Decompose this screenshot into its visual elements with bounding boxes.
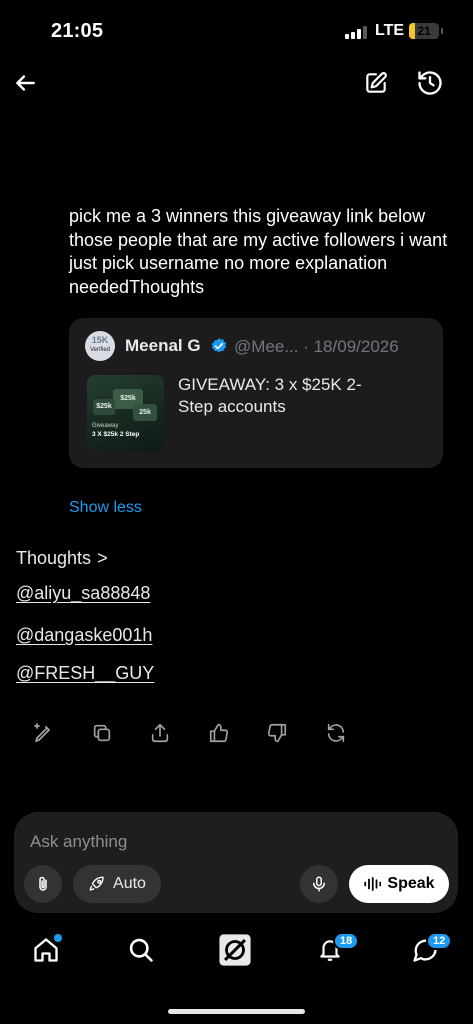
history-button[interactable] [415,68,445,98]
network-type: LTE [375,22,405,39]
arrow-left-icon [16,75,35,91]
auto-label: Auto [113,875,146,892]
thoughts-toggle[interactable]: Thoughts > [16,548,108,569]
messages-badge: 12 [426,932,453,950]
ask-input[interactable]: Ask anything [30,832,127,852]
thumb-caption-title: 3 X $25k 2 Step [92,431,140,438]
edit-sparkle-button[interactable] [31,720,57,746]
winner-username-3[interactable]: @FRESH__GUY [16,663,154,684]
home-unread-dot [54,934,62,942]
copy-button[interactable] [89,720,115,746]
edit-sparkle-icon [34,723,50,742]
thumb-caption: Giveaway [92,423,119,429]
thumbs-up-button[interactable] [206,720,232,746]
nav-grok[interactable] [218,933,252,967]
thumbs-down-button[interactable] [264,720,290,746]
speak-label: Speak [387,875,435,892]
paperclip-icon [39,876,47,891]
compose-button[interactable] [361,68,391,98]
winner-username-1[interactable]: @aliyu_sa88848 [16,583,150,604]
show-less-link[interactable]: Show less [69,499,142,517]
attach-button[interactable] [24,865,62,903]
avatar-badge: 15K [91,335,109,345]
thumb-tile-b: $25k [93,399,115,415]
share-button[interactable] [147,720,173,746]
auto-mode-button[interactable]: Auto [73,865,161,903]
rocket-icon [89,876,104,891]
waveform-icon [364,877,382,891]
chat-composer: Ask anything Auto Speak [14,812,458,913]
thumb-tile-c: 25k [133,404,157,421]
status-bar: 21:05 LTE 21 [0,0,473,58]
bottom-nav: 18 12 [0,925,473,985]
avatar[interactable]: 15K Verified [85,331,115,361]
copy-icon [93,724,111,742]
verified-badge-icon [211,338,227,353]
quote-text: GIVEAWAY: 3 x $25K 2-Step accounts [178,375,362,416]
quote-media-thumbnail[interactable]: $25k $25k 25k Giveaway 3 X $25k 2 Step [87,375,164,452]
user-message: pick me a 3 winners this giveaway link b… [69,206,448,297]
edit-icon [366,72,387,93]
avatar-sub: Verified [89,347,110,353]
grok-icon [219,934,251,966]
quote-handle-date: @Mee... · 18/09/2026 [234,337,399,356]
speak-button[interactable]: Speak [349,865,449,903]
search-icon [129,938,153,962]
nav-search[interactable] [124,933,158,967]
microphone-icon [313,876,325,892]
regenerate-icon [327,723,345,743]
back-button[interactable] [10,68,40,98]
history-icon [418,71,442,95]
winner-username-2[interactable]: @dangaske001h [16,625,152,646]
thoughts-label: Thoughts [16,548,92,568]
home-indicator [168,1009,305,1014]
regenerate-button[interactable] [323,720,349,746]
quote-author-name: Meenal G [125,336,201,355]
signal-icon [345,26,367,39]
battery-level: 21 [417,24,431,38]
notifications-badge: 18 [333,932,360,950]
battery-icon: 21 [409,23,439,39]
status-time: 21:05 [51,20,104,42]
thumbs-up-icon [209,723,229,743]
battery-cap [441,28,443,34]
share-icon [151,723,169,743]
microphone-button[interactable] [300,865,338,903]
chevron-right-icon: > [97,548,108,568]
quoted-post-card[interactable]: 15K Verified Meenal G @Mee... · 18/09/20… [69,318,443,468]
thumbs-down-icon [267,723,287,743]
